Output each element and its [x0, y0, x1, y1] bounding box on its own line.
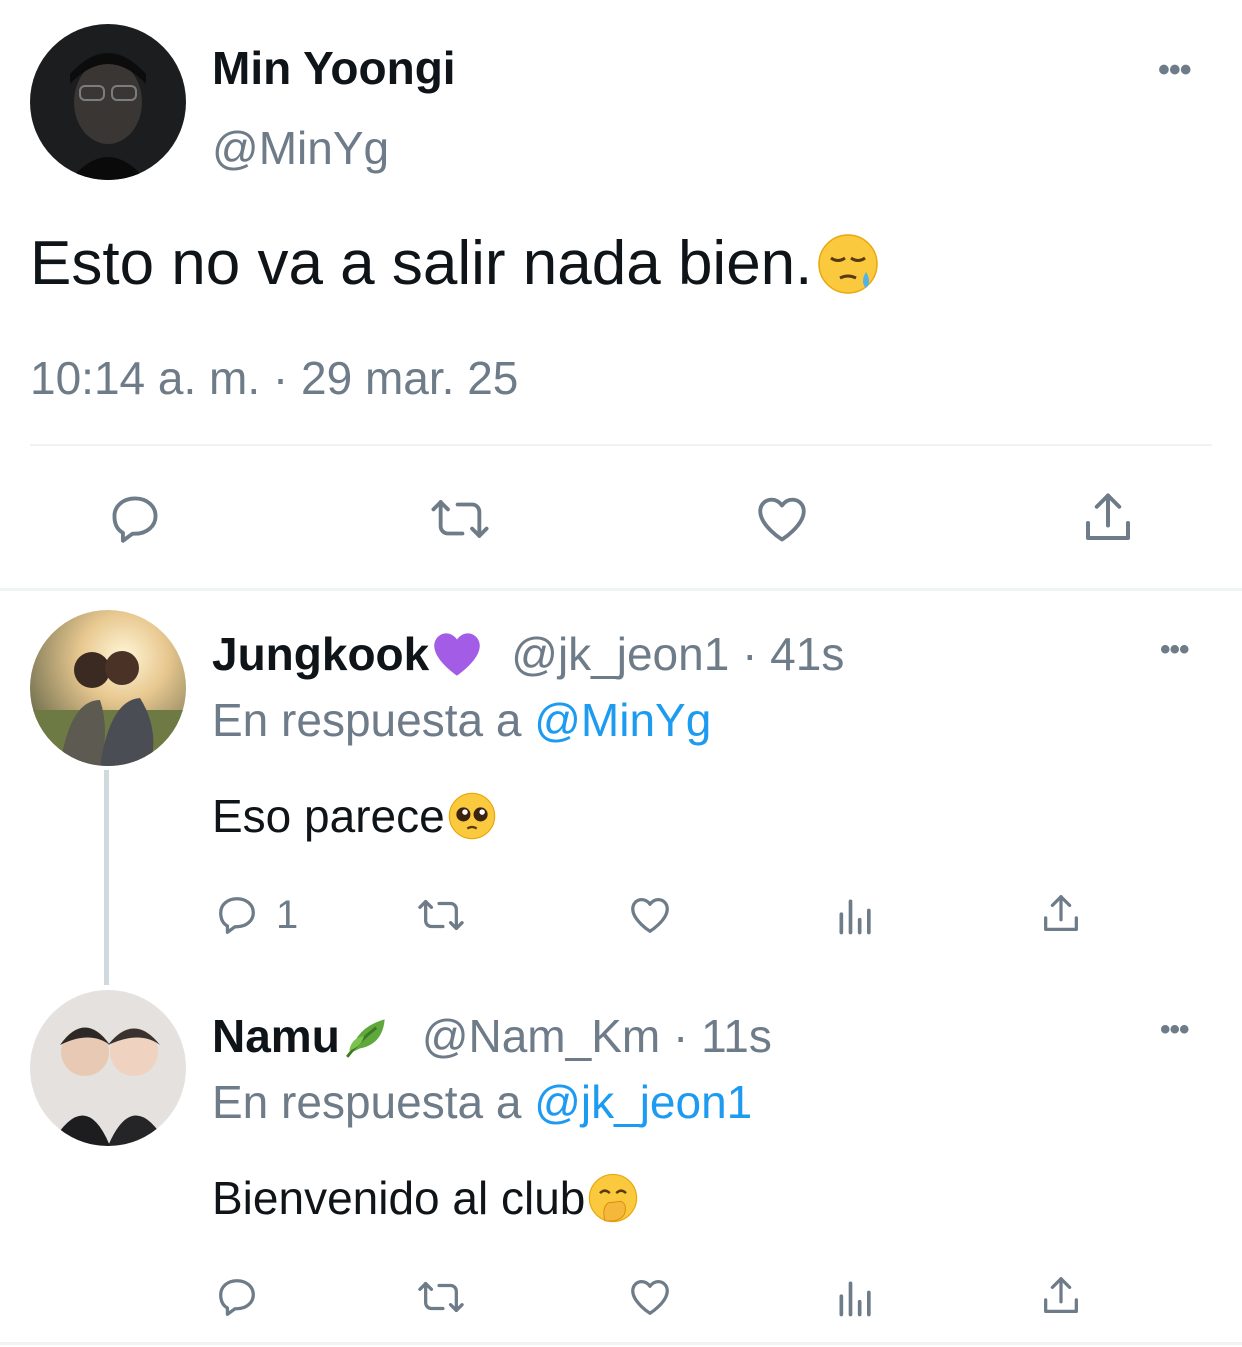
share-icon[interactable] [1038, 890, 1084, 943]
reply-text: Bienvenido al club [212, 1172, 586, 1224]
more-options-icon[interactable]: ••• [1160, 635, 1189, 665]
share-icon[interactable] [1078, 488, 1138, 553]
reply-icon[interactable] [214, 892, 260, 943]
leaf-icon [342, 1011, 394, 1061]
reply-handle-time[interactable]: @jk_jeon1 · 41s [511, 626, 844, 682]
reply-context: En respuesta a @MinYg [212, 692, 711, 748]
divider [30, 444, 1212, 446]
retweet-icon[interactable] [414, 1274, 468, 1325]
avatar-namu[interactable] [30, 990, 186, 1146]
like-icon[interactable] [626, 892, 674, 943]
like-icon[interactable] [626, 1274, 674, 1325]
reply-context: En respuesta a @jk_jeon1 [212, 1074, 752, 1130]
reply-text-row: Eso parece [212, 788, 497, 844]
reply-display-name[interactable]: Jungkook [212, 626, 429, 682]
reply-context-prefix: En respuesta a [212, 1076, 522, 1128]
reply-icon[interactable] [214, 1274, 260, 1325]
purple-heart-icon [431, 630, 483, 678]
reply-context-prefix: En respuesta a [212, 694, 522, 746]
reply-text-row: Bienvenido al club [212, 1170, 639, 1226]
sleepy-face-icon [816, 232, 880, 296]
thread-line [104, 770, 109, 985]
more-options-icon[interactable]: ••• [1160, 1015, 1189, 1045]
retweet-icon[interactable] [428, 490, 492, 553]
reply-handle-time[interactable]: @Nam_Km · 11s [422, 1008, 772, 1064]
tweet-timestamp[interactable]: 10:14 a. m. · 29 mar. 25 [30, 350, 518, 406]
avatar-min-yoongi[interactable] [30, 24, 186, 180]
retweet-icon[interactable] [414, 892, 468, 943]
avatar-jungkook[interactable] [30, 610, 186, 766]
reply-header: Namu @Nam_Km · 11s [212, 1008, 772, 1064]
reply-text: Eso parece [212, 790, 445, 842]
reply-to-link[interactable]: @MinYg [534, 694, 711, 746]
analytics-icon[interactable] [834, 1276, 878, 1325]
author-display-name[interactable]: Min Yoongi [212, 40, 456, 96]
analytics-icon[interactable] [834, 894, 878, 943]
reply-display-name[interactable]: Namu [212, 1008, 340, 1064]
pleading-face-icon [447, 791, 497, 841]
more-options-icon[interactable]: ••• [1158, 53, 1192, 87]
reply-header: Jungkook @jk_jeon1 · 41s [212, 626, 844, 682]
tweet-text: Esto no va a salir nada bien. [30, 229, 813, 298]
share-icon[interactable] [1038, 1272, 1084, 1325]
reply-to-link[interactable]: @jk_jeon1 [534, 1076, 752, 1128]
bottom-divider [0, 1342, 1242, 1345]
tweet-text-row: Esto no va a salir nada bien. [30, 228, 880, 300]
like-icon[interactable] [752, 490, 812, 553]
hand-over-mouth-icon [587, 1172, 639, 1224]
section-divider [0, 588, 1242, 591]
reply-icon[interactable] [106, 490, 164, 553]
author-handle[interactable]: @MinYg [212, 120, 389, 176]
reply-count: 1 [276, 893, 299, 937]
